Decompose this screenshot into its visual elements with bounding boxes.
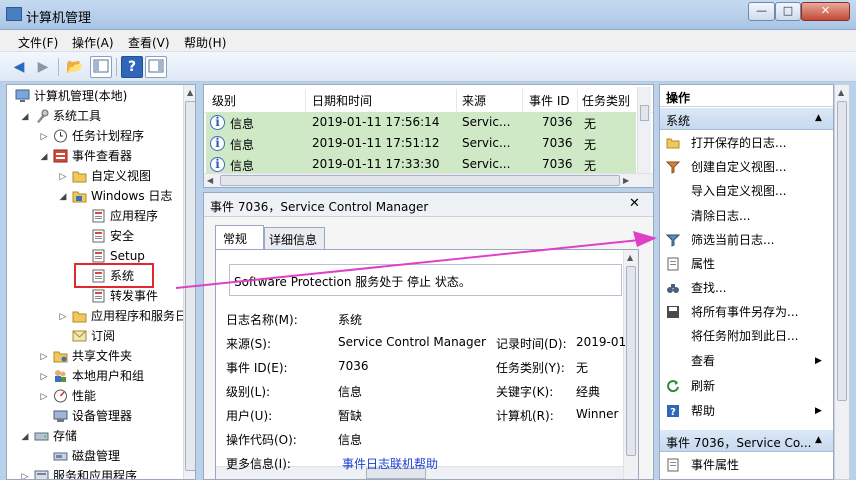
annotation-arrow [175,231,657,289]
